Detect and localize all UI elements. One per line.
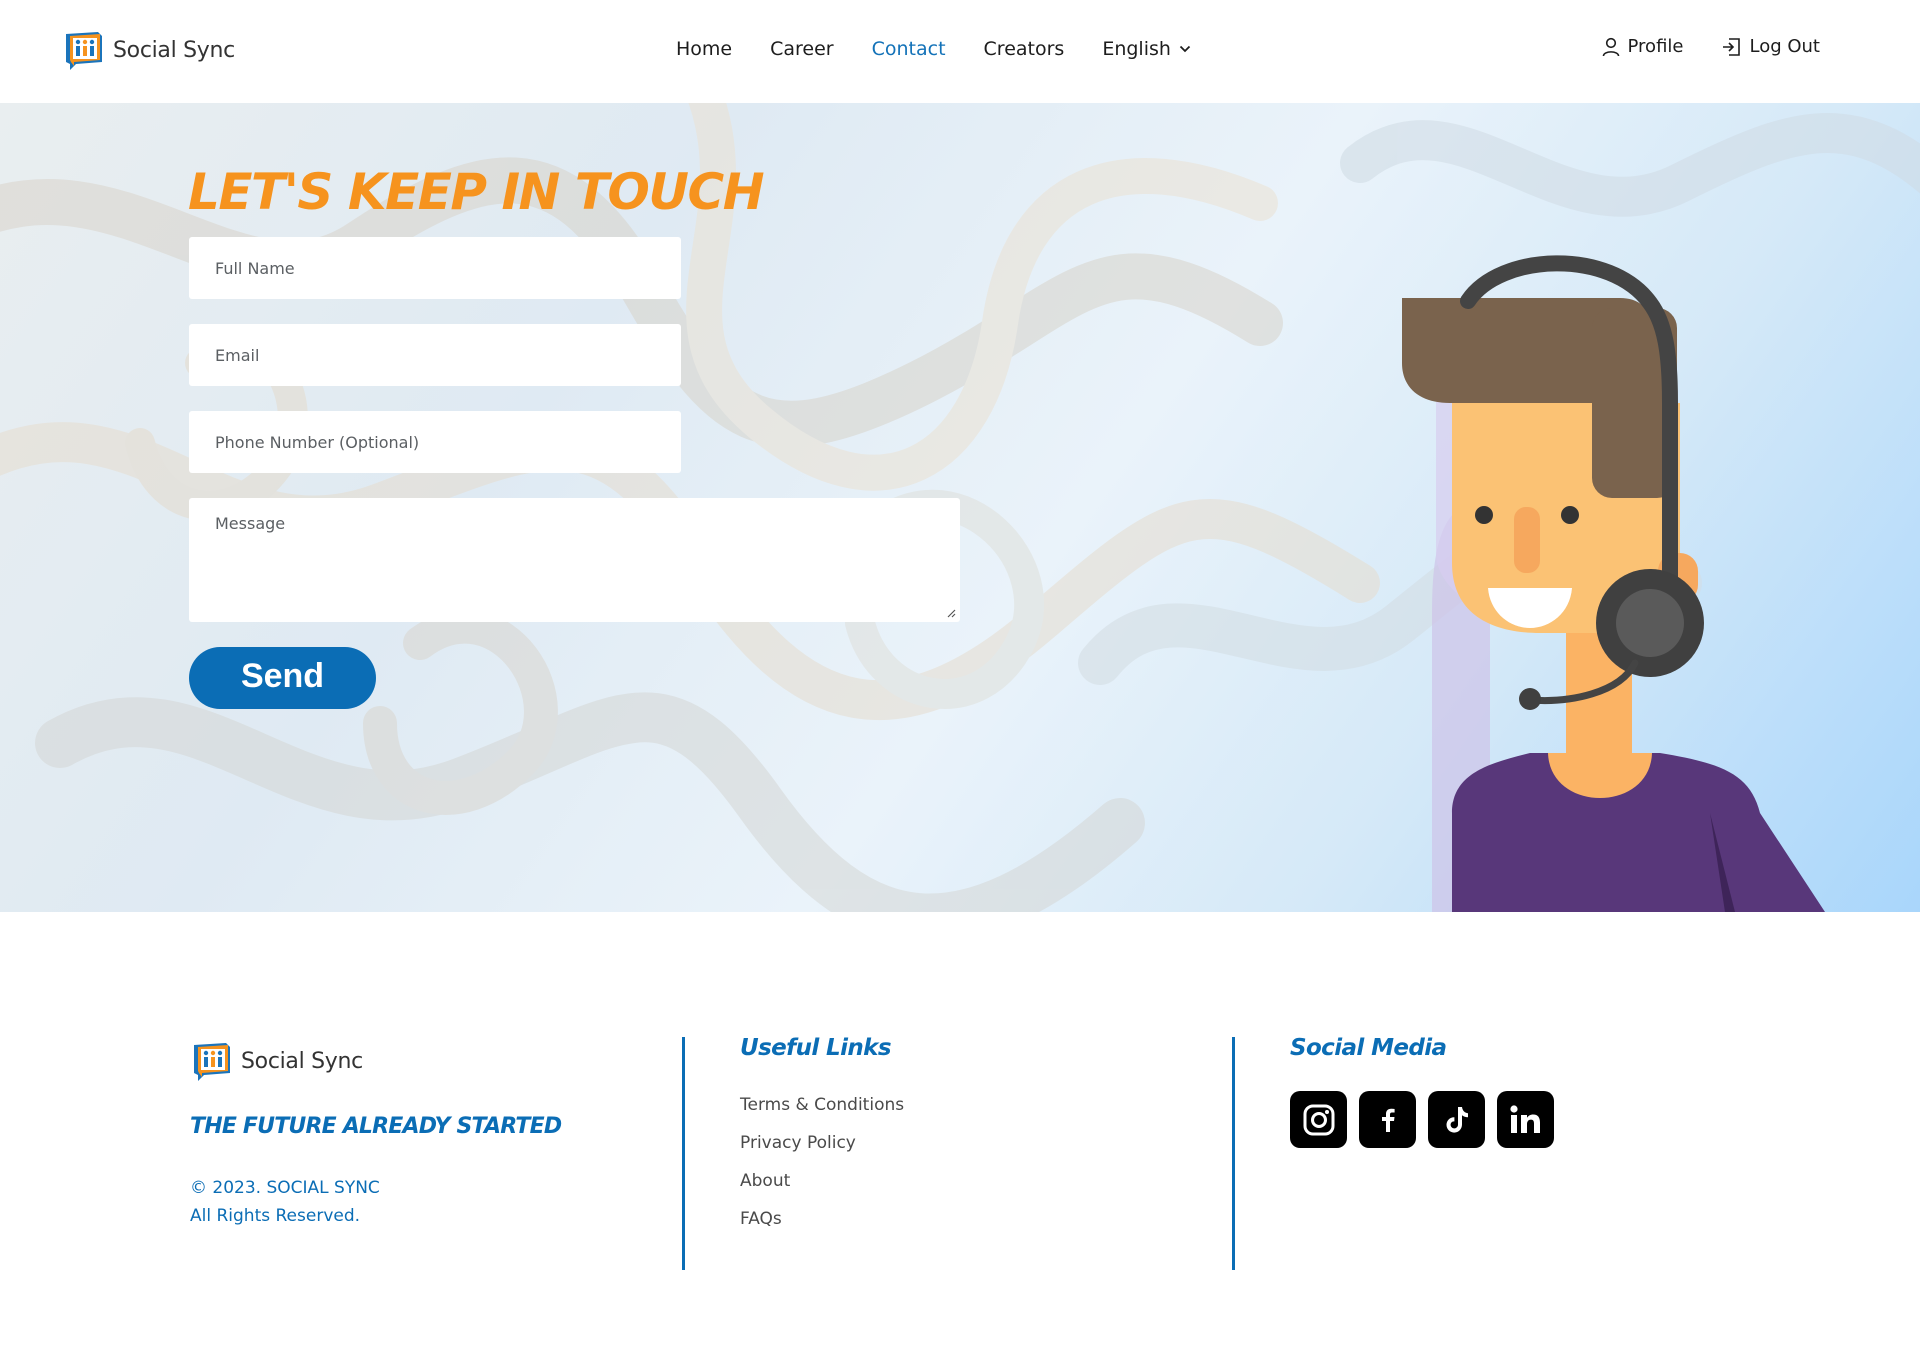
nav-item-creators[interactable]: Creators	[984, 38, 1065, 60]
social-media-links	[1290, 1091, 1566, 1148]
logout-label: Log Out	[1749, 36, 1820, 57]
site-header: Social Sync Home Career Contact Creators…	[0, 0, 1920, 103]
footer-brand-name: Social Sync	[241, 1048, 363, 1074]
chevron-down-icon	[1179, 45, 1191, 53]
linkedin-button[interactable]	[1497, 1091, 1554, 1148]
user-actions: Profile Log Out	[1564, 36, 1820, 57]
contact-hero: LET'S KEEP IN TOUCH Send	[0, 103, 1920, 912]
email-input[interactable]	[189, 324, 681, 386]
nav-item-home[interactable]: Home	[676, 38, 732, 60]
useful-links-list: Terms & Conditions Privacy Policy About …	[740, 1092, 904, 1244]
footer-divider	[682, 1037, 685, 1270]
site-footer: Social Sync THE FUTURE ALREADY STARTED ©…	[0, 912, 1920, 1371]
language-selector[interactable]: English	[1102, 38, 1191, 60]
phone-input[interactable]	[189, 411, 681, 473]
facebook-button[interactable]	[1359, 1091, 1416, 1148]
profile-label: Profile	[1627, 36, 1684, 57]
instagram-icon	[1303, 1104, 1334, 1135]
logout-icon	[1723, 37, 1741, 56]
copyright: © 2023. SOCIAL SYNC All Rights Reserved.	[190, 1174, 380, 1230]
footer-divider	[1232, 1037, 1235, 1270]
support-agent-illustration	[1402, 255, 1825, 912]
footer-link-privacy[interactable]: Privacy Policy	[740, 1130, 904, 1168]
footer-tagline: THE FUTURE ALREADY STARTED	[190, 1114, 562, 1139]
contact-title: LET'S KEEP IN TOUCH	[188, 163, 765, 221]
resize-handle-icon[interactable]	[946, 608, 956, 618]
tiktok-button[interactable]	[1428, 1091, 1485, 1148]
social-media-title: Social Media	[1290, 1035, 1447, 1061]
useful-links-title: Useful Links	[740, 1035, 892, 1061]
brand-logo[interactable]: Social Sync	[62, 28, 235, 72]
facebook-icon	[1381, 1108, 1395, 1132]
nav-item-contact[interactable]: Contact	[872, 38, 946, 60]
profile-link[interactable]: Profile	[1602, 36, 1684, 57]
footer-brand-logo[interactable]: Social Sync	[190, 1039, 363, 1083]
main-nav: Home Career Contact Creators English	[676, 38, 1191, 60]
send-button[interactable]: Send	[189, 647, 376, 709]
copyright-line-2: All Rights Reserved.	[190, 1206, 361, 1226]
footer-link-faqs[interactable]: FAQs	[740, 1206, 904, 1244]
copyright-line-1: © 2023. SOCIAL SYNC	[190, 1178, 380, 1198]
tiktok-icon	[1446, 1106, 1468, 1133]
footer-link-terms[interactable]: Terms & Conditions	[740, 1092, 904, 1130]
language-label: English	[1102, 38, 1171, 60]
logout-link[interactable]: Log Out	[1721, 36, 1820, 57]
nav-item-career[interactable]: Career	[770, 38, 834, 60]
message-textarea[interactable]	[189, 498, 960, 622]
brand-name: Social Sync	[113, 37, 235, 63]
linkedin-icon	[1509, 1104, 1540, 1133]
instagram-button[interactable]	[1290, 1091, 1347, 1148]
social-sync-logo-icon	[66, 32, 102, 70]
full-name-input[interactable]	[189, 237, 681, 299]
user-icon	[1602, 37, 1619, 56]
social-sync-logo-icon	[194, 1043, 230, 1081]
footer-link-about[interactable]: About	[740, 1168, 904, 1206]
